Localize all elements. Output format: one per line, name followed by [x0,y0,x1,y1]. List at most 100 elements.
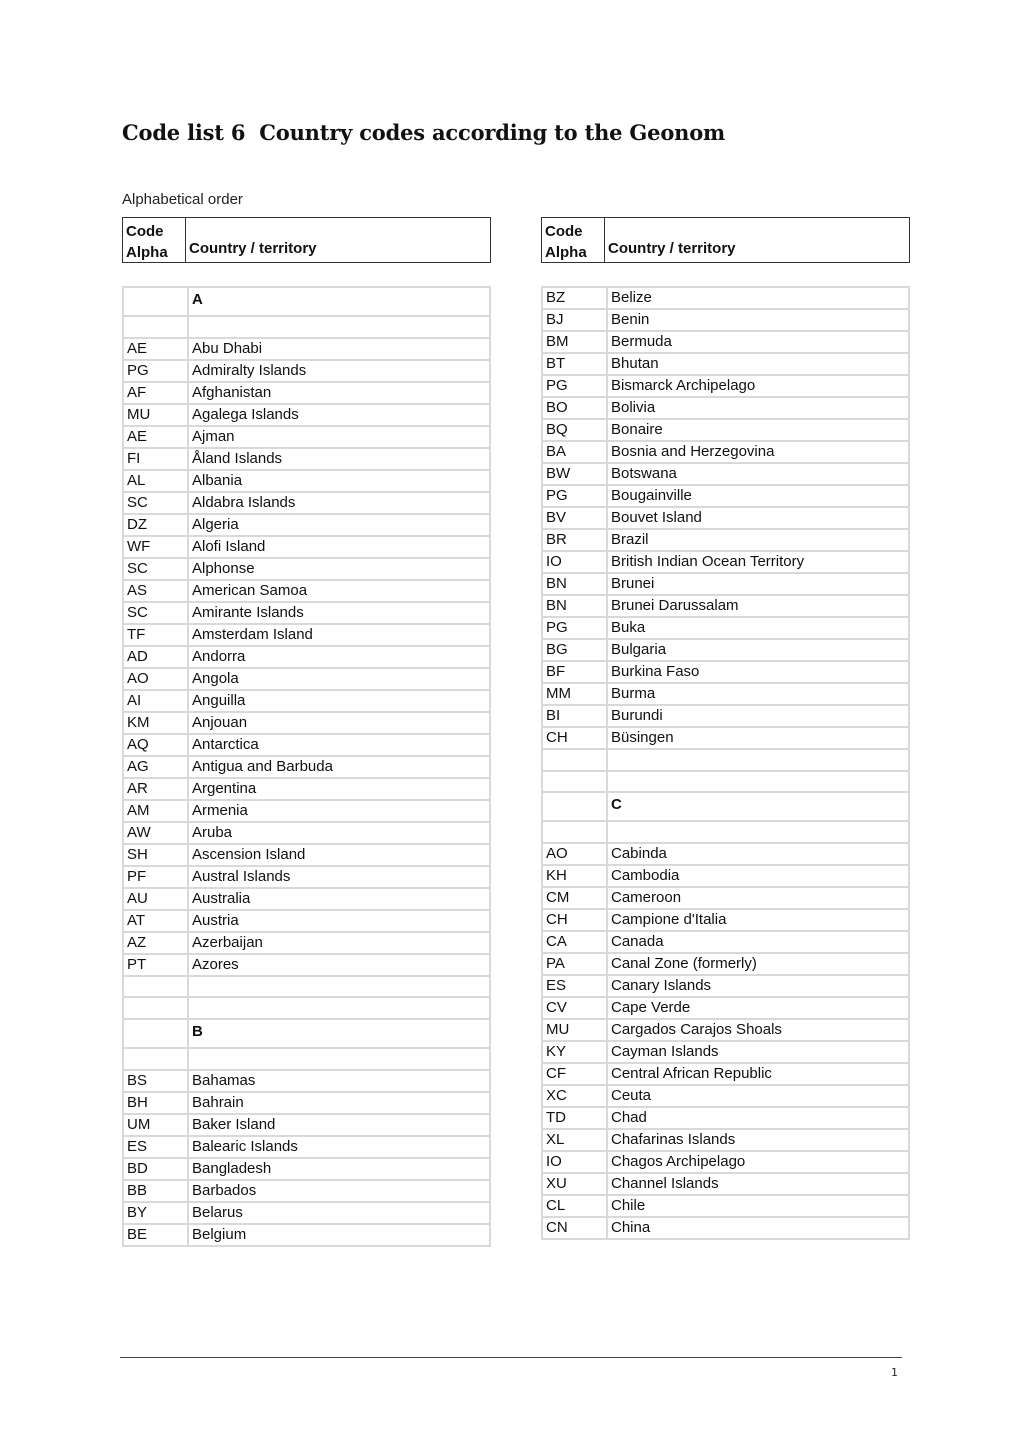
table-row: AU Australia [122,886,491,911]
country-name-cell: Canada [606,930,910,955]
country-code-cell [541,769,608,794]
table-row: BA Bosnia and Herzegovina [541,440,910,464]
country-code-cell: FI [122,446,189,471]
country-code-cell: XL [541,1128,608,1153]
table-row: BH Bahrain [122,1090,491,1115]
table-row: XU Channel Islands [541,1172,910,1197]
table-row: AD Andorra [122,644,491,669]
country-name-cell: Andorra [187,644,491,669]
blank-row [541,769,910,794]
country-name-cell [606,769,910,794]
table-row: BE Belgium [122,1222,491,1247]
country-code-cell: PG [541,374,608,398]
country-name-cell: Canary Islands [606,974,910,999]
country-code-cell: BB [122,1178,189,1203]
table-row: BN Brunei [541,572,910,596]
country-code-cell: SH [122,842,189,867]
country-code-cell: AE [122,424,189,449]
country-name-cell: Bangladesh [187,1156,491,1181]
country-table-right: BZ Belize BJ Benin BM Bermuda BT Bhutan PG Bismar… [541,286,910,1241]
country-code-cell: BM [541,330,608,354]
table-row: BI Burundi [541,704,910,728]
table-row: AT Austria [122,908,491,933]
country-code-cell: ES [541,974,608,999]
country-code-cell: BJ [541,308,608,332]
country-name-cell: American Samoa [187,578,491,603]
country-name-cell: Belarus [187,1200,491,1225]
country-name-cell: Botswana [606,462,910,486]
country-name-cell: Burma [606,682,910,706]
country-name-cell: Bouvet Island [606,506,910,530]
table-row: PG Bismarck Archipelago [541,374,910,398]
code-header-line2: Alpha [126,244,168,261]
letter-heading-row: C [541,791,910,823]
table-row: MU Cargados Carajos Shoals [541,1018,910,1043]
country-name-cell: Alphonse [187,556,491,581]
country-header: Country / territory [189,240,317,257]
country-name-cell [606,820,910,845]
table-row: ES Balearic Islands [122,1134,491,1159]
country-code-cell: PT [122,952,189,977]
country-name-cell: Cameroon [606,886,910,911]
country-name-cell: Afghanistan [187,380,491,405]
country-code-cell [122,1018,189,1050]
country-code-cell: BY [122,1200,189,1225]
country-name-cell: Chile [606,1194,910,1219]
country-code-cell: MM [541,682,608,706]
country-name-cell: Bismarck Archipelago [606,374,910,398]
country-code-cell: BH [122,1090,189,1115]
country-name-cell: Balearic Islands [187,1134,491,1159]
country-code-cell: TD [541,1106,608,1131]
country-code-cell: AO [541,842,608,867]
table-row: AR Argentina [122,776,491,801]
country-code-cell: AT [122,908,189,933]
country-name-cell: Alofi Island [187,534,491,559]
table-row: PT Azores [122,952,491,977]
table-row: AM Armenia [122,798,491,823]
country-name-cell [606,748,910,772]
table-row: AI Anguilla [122,688,491,713]
table-row: AF Afghanistan [122,380,491,405]
country-code-cell: BG [541,638,608,662]
country-name-cell: Admiralty Islands [187,358,491,383]
country-name-cell: British Indian Ocean Territory [606,550,910,574]
country-code-cell: AD [122,644,189,669]
letter-heading: B [187,1018,491,1050]
country-code-cell: AZ [122,930,189,955]
table-row: SH Ascension Island [122,842,491,867]
country-name-cell: Ajman [187,424,491,449]
country-code-cell: PF [122,864,189,889]
letter-heading-row: B [122,1018,491,1050]
table-row: BS Bahamas [122,1068,491,1093]
country-name-cell: Buka [606,616,910,640]
table-row: BR Brazil [541,528,910,552]
table-row: AW Aruba [122,820,491,845]
letter-heading: C [606,791,910,823]
table-row: CV Cape Verde [541,996,910,1021]
country-name-cell: Antarctica [187,732,491,757]
code-header-line2: Alpha [545,244,587,261]
country-code-cell: BW [541,462,608,486]
country-code-cell: TF [122,622,189,647]
table-row: XL Chafarinas Islands [541,1128,910,1153]
country-name-cell: Bulgaria [606,638,910,662]
code-alpha-header: Code Alpha [123,218,186,262]
table-row: AE Ajman [122,424,491,449]
code-header-line1: Code [545,223,583,240]
country-code-cell: AL [122,468,189,493]
country-table-left: A AE Abu Dhabi PG Admiralty Islands AF Afghani… [122,286,491,1247]
code-alpha-header: Code Alpha [542,218,605,262]
country-name-cell: Brazil [606,528,910,552]
country-code-cell: UM [122,1112,189,1137]
table-row: BN Brunei Darussalam [541,594,910,618]
blank-row [122,996,491,1021]
country-name-cell: Anjouan [187,710,491,735]
country-name-cell: Central African Republic [606,1062,910,1087]
table-row: CH Campione d'Italia [541,908,910,933]
page-number: 1 [891,1366,898,1379]
country-code-cell: BA [541,440,608,464]
country-name-cell: Benin [606,308,910,332]
country-code-cell: BQ [541,418,608,442]
country-name-cell: Cambodia [606,864,910,889]
table-row: SC Aldabra Islands [122,490,491,515]
